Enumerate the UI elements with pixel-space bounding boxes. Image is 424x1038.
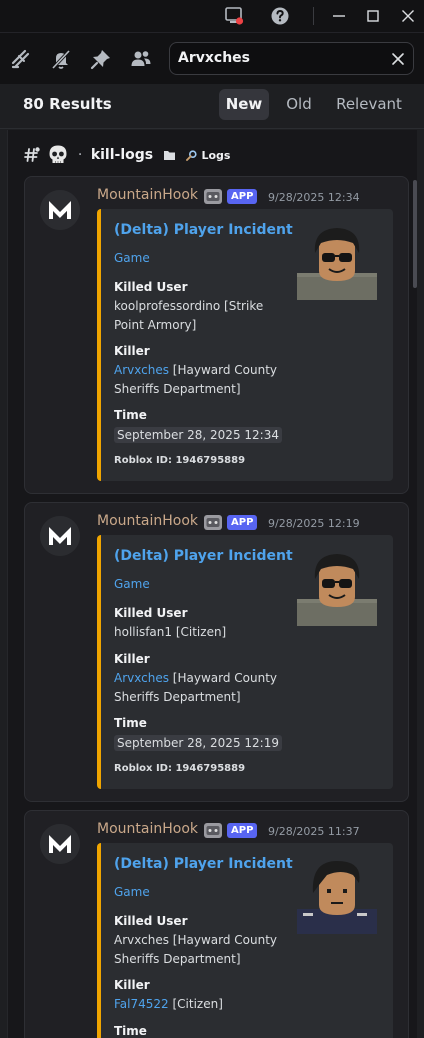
search-input[interactable]: Arvxches <box>169 42 414 75</box>
clear-search-icon[interactable] <box>389 50 407 68</box>
embed: (Delta) Player Incident Game Killed User… <box>97 535 393 789</box>
killer-user-link[interactable]: Arvxches <box>114 363 169 377</box>
field-killer-label: Killer <box>114 652 150 666</box>
scrollbar-thumb[interactable] <box>413 180 417 288</box>
field-killed-user-value: hollisfan1 [Citizen] <box>114 625 227 639</box>
search-query: Arvxches <box>178 50 250 66</box>
field-killer-label: Killer <box>114 978 150 992</box>
channel-toolbar: Arvxches <box>0 32 424 84</box>
results-header: 80 Results New Old Relevant <box>0 84 424 129</box>
author-name[interactable]: MountainHook <box>97 187 198 203</box>
field-killed-user-value: Arvxches [Hayward County Sheriffs Depart… <box>114 933 278 966</box>
channel-separator: · <box>77 147 83 163</box>
author-name[interactable]: MountainHook <box>97 513 198 529</box>
killer-affiliation: [Citizen] <box>168 997 223 1011</box>
channel-header[interactable]: · kill-logs Logs <box>23 144 230 168</box>
embed-title[interactable]: (Delta) Player Incident <box>114 856 293 872</box>
killer-user-link[interactable]: Arvxches <box>114 671 169 685</box>
members-icon[interactable] <box>130 48 152 70</box>
embed-title[interactable]: (Delta) Player Incident <box>114 548 293 564</box>
embed: (Delta) Player Incident Game Killed User… <box>97 843 393 1038</box>
field-killer-value: Arvxches [Hayward County Sheriffs Depart… <box>114 669 290 707</box>
text-channel-hash-icon <box>24 147 40 162</box>
pin-icon[interactable] <box>90 48 112 70</box>
results-count: 80 Results <box>23 95 112 113</box>
embed-game-link[interactable]: Game <box>114 885 150 899</box>
embed-game-link[interactable]: Game <box>114 251 150 265</box>
search-result-message[interactable]: MountainHook APP 9/28/2025 12:19 (Delta)… <box>24 502 409 802</box>
field-killed-user-label: Killed User <box>114 914 188 928</box>
field-time-value: September 28, 2025 12:34 <box>114 427 282 443</box>
sort-tab-new[interactable]: New <box>219 89 269 120</box>
message-timestamp: 9/28/2025 12:34 <box>268 191 360 204</box>
folder-icon <box>163 151 175 160</box>
results-list[interactable]: · kill-logs Logs MountainHook APP 9/28/2… <box>7 130 417 1038</box>
mountainhook-logo-icon <box>40 190 80 230</box>
app-badge: APP <box>227 823 258 838</box>
bot-icon <box>204 515 222 530</box>
app-badge: APP <box>227 189 258 204</box>
category-name: Logs <box>201 148 231 162</box>
field-time-label: Time <box>114 408 147 422</box>
embed: (Delta) Player Incident Game Killed User… <box>97 209 393 481</box>
field-time-label: Time <box>114 1024 147 1038</box>
killer-user-link[interactable]: Fal74522 <box>114 997 169 1011</box>
sort-tab-relevant[interactable]: Relevant <box>332 89 406 120</box>
avatar[interactable] <box>40 516 80 556</box>
message-timestamp: 9/28/2025 11:37 <box>268 825 360 838</box>
field-killed-user-value: koolprofessordino [Strike Point Armory] <box>114 299 264 332</box>
embed-game-link[interactable]: Game <box>114 577 150 591</box>
help-icon[interactable] <box>270 6 290 26</box>
maximize-icon[interactable] <box>363 6 383 26</box>
avatar[interactable] <box>40 190 80 230</box>
search-results-panel: 80 Results New Old Relevant · kill-logs <box>0 84 424 1038</box>
bot-icon <box>204 823 222 838</box>
app-badge: APP <box>227 515 258 530</box>
field-killer-label: Killer <box>114 344 150 358</box>
player-avatar-thumbnail[interactable] <box>297 225 377 300</box>
search-result-message[interactable]: MountainHook APP 9/28/2025 12:34 (Delta)… <box>24 176 409 494</box>
channel-name: kill-logs <box>90 147 154 163</box>
minimize-icon[interactable] <box>329 6 349 26</box>
player-avatar-thumbnail[interactable] <box>297 551 377 626</box>
magnifier-emoji-icon <box>186 149 197 161</box>
bot-icon <box>204 189 222 204</box>
titlebar-divider <box>313 7 314 25</box>
embed-footer: Roblox ID: 1946795889 <box>114 763 246 774</box>
field-killer-value: Fal74522 [Citizen] <box>114 995 290 1014</box>
notification-mute-icon[interactable] <box>50 48 72 70</box>
sort-tab-old[interactable]: Old <box>279 89 319 120</box>
field-time-value: September 28, 2025 12:19 <box>114 735 282 751</box>
threads-icon[interactable] <box>10 48 32 70</box>
field-time-label: Time <box>114 716 147 730</box>
message-timestamp: 9/28/2025 12:19 <box>268 517 360 530</box>
mountainhook-logo-icon <box>40 516 80 556</box>
search-result-message[interactable]: MountainHook APP 9/28/2025 11:37 (Delta)… <box>24 810 409 1038</box>
field-killed-user-label: Killed User <box>114 280 188 294</box>
avatar[interactable] <box>40 824 80 864</box>
embed-footer: Roblox ID: 1946795889 <box>114 455 246 466</box>
embed-title[interactable]: (Delta) Player Incident <box>114 222 293 238</box>
title-bar <box>0 0 424 32</box>
close-window-icon[interactable] <box>398 6 418 26</box>
mountainhook-logo-icon <box>40 824 80 864</box>
player-avatar-thumbnail[interactable] <box>297 859 377 934</box>
author-name[interactable]: MountainHook <box>97 821 198 837</box>
field-killer-value: Arvxches [Hayward County Sheriffs Depart… <box>114 361 290 399</box>
field-killed-user-label: Killed User <box>114 606 188 620</box>
screen-share-icon[interactable] <box>224 6 244 26</box>
skull-emoji-icon <box>49 145 67 163</box>
